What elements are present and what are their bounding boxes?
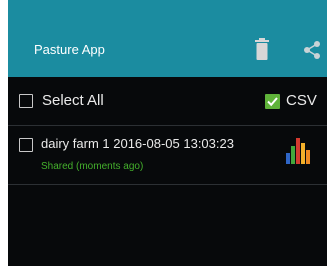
divider — [8, 184, 327, 185]
record-checkbox[interactable] — [19, 138, 33, 152]
csv-checkbox[interactable] — [265, 94, 280, 109]
select-all-checkbox[interactable] — [19, 94, 33, 108]
share-icon[interactable] — [303, 40, 321, 60]
bar-chart-icon[interactable] — [286, 134, 316, 164]
record-list: Select All CSV dairy farm 1 2016-08-05 1… — [8, 77, 327, 266]
record-status: Shared (moments ago) — [41, 161, 144, 172]
app-bar: Pasture App — [8, 0, 327, 77]
app-title: Pasture App — [34, 42, 105, 57]
screen: Pasture App Select All CSV dairy farm 1 … — [0, 0, 327, 270]
check-icon — [267, 97, 278, 107]
list-item[interactable]: dairy farm 1 2016-08-05 13:03:23 Shared … — [8, 126, 327, 184]
csv-label[interactable]: CSV — [286, 92, 317, 110]
list-header: Select All CSV — [8, 77, 327, 125]
record-name: dairy farm 1 2016-08-05 13:03:23 — [41, 136, 234, 151]
select-all-label[interactable]: Select All — [42, 92, 104, 110]
trash-icon[interactable] — [255, 38, 269, 60]
